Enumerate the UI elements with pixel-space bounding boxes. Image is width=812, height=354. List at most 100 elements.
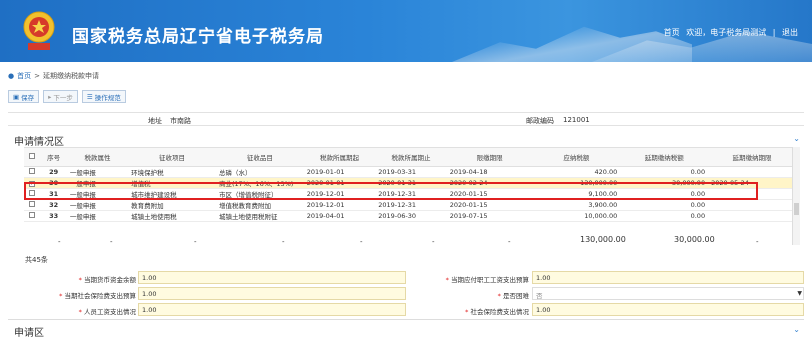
cell-deadline: 2019-07-15: [446, 210, 533, 222]
logout-link[interactable]: 退出: [782, 28, 798, 37]
operation-guide-button[interactable]: ☰ 操作规范: [81, 90, 126, 103]
cell-attr: 一般申报: [66, 199, 129, 211]
cell-deadline: 2020-01-15: [446, 199, 533, 211]
total-dash-5: -: [360, 238, 363, 246]
row-checkbox-cell: [24, 166, 41, 178]
form-row-1: * 当期货币资金余额 1.00 * 当期应付职工工资支出预算 1.00: [8, 270, 804, 286]
table-row[interactable]: 32 一般申报 教育费附加 增值税教育费附加 2019-12-01 2019-12-31 2…: [24, 199, 796, 211]
col-header: 序号: [40, 147, 67, 167]
select-all-checkbox[interactable]: [29, 153, 36, 159]
scrollbar-thumb[interactable]: [794, 203, 799, 215]
save-icon: ▣: [13, 92, 20, 101]
wage-budget-field[interactable]: 1.00: [532, 271, 804, 284]
cell-sub: 增值税教育费附加: [215, 199, 304, 211]
breadcrumb-separator: >: [34, 72, 40, 80]
required-mark: *: [497, 292, 501, 300]
cell-delay-date: [708, 210, 796, 222]
row-checkbox[interactable]: [29, 168, 36, 174]
location-pin-icon: ●: [8, 72, 15, 80]
required-mark: *: [78, 276, 82, 284]
cell-end: 2019-03-31: [375, 166, 447, 178]
difficulty-select[interactable]: 否: [532, 287, 804, 300]
section-divider: [8, 319, 804, 320]
dropdown-arrow-icon[interactable]: ▼: [797, 290, 802, 297]
breadcrumb: ● 首页 > 延期缴纳税款申请: [8, 71, 99, 81]
col-header: 征收品目: [215, 147, 304, 167]
chevron-down-icon[interactable]: ⌄: [793, 134, 800, 143]
next-step-button[interactable]: ▸ 下一步: [43, 90, 78, 103]
next-label: 下一步: [53, 93, 73, 102]
row-checkbox[interactable]: [29, 212, 36, 218]
cell-item: 城镇土地使用税: [128, 210, 216, 222]
cell-end: 2019-12-31: [375, 199, 447, 211]
total-dash-6: -: [432, 238, 435, 246]
site-header: 国家税务总局辽宁省电子税务局 首页 欢迎，电子税务局测试 | 退出: [0, 0, 812, 62]
site-title: 国家税务总局辽宁省电子税务局: [72, 27, 324, 47]
table-header-row: 序号 税款属性 征收项目 征收品目 税款所属期起 税款所属期止 限缴期限 应纳税…: [24, 147, 796, 167]
cell-no: 32: [40, 199, 67, 211]
required-mark: *: [445, 276, 449, 284]
section-application-status-title: 申请情况区: [14, 137, 64, 148]
field-label: * 当期应付职工工资支出预算: [401, 274, 529, 284]
field-label: * 社会保险费支出情况: [401, 306, 529, 316]
cell-delay: 0.00: [620, 210, 709, 222]
application-form: * 当期货币资金余额 1.00 * 当期应付职工工资支出预算 1.00 * 当期…: [8, 270, 804, 318]
cell-end: 2019-06-30: [375, 210, 447, 222]
required-mark: *: [59, 292, 63, 300]
chevron-down-icon[interactable]: ⌄: [793, 325, 800, 334]
save-button[interactable]: ▣ 保存: [8, 90, 40, 103]
cell-item: 环境保护税: [128, 166, 216, 178]
header-checkbox-cell[interactable]: [24, 147, 41, 167]
cell-due: 3,900.00: [532, 199, 621, 211]
wage-expense-field[interactable]: 1.00: [138, 303, 406, 316]
record-count: 共45条: [25, 256, 48, 264]
total-dash-8: -: [756, 238, 759, 246]
cell-start: 2019-12-01: [303, 199, 376, 211]
row-checkbox-cell: [24, 199, 41, 211]
toolbar: ▣ 保存 ▸ 下一步 ☰ 操作规范: [8, 90, 126, 103]
required-mark: *: [465, 308, 469, 316]
form-row-3: * 人员工资支出情况 1.00 * 社会保险费支出情况 1.00: [8, 302, 804, 318]
cell-delay-date: [708, 166, 796, 178]
field-label-text: 当期社会保险费支出预算: [64, 292, 137, 300]
social-insurance-budget-field[interactable]: 1.00: [138, 287, 406, 300]
cash-balance-field[interactable]: 1.00: [138, 271, 406, 284]
field-label-text: 是否困难: [503, 292, 529, 300]
field-label: * 当期社会保险费支出预算: [8, 290, 136, 300]
guide-label: 操作规范: [94, 93, 121, 102]
address-row: 地址 市南路 邮政编码 121001: [8, 112, 804, 126]
cell-due: 420.00: [532, 166, 621, 178]
total-delay: 30,000.00: [674, 235, 715, 244]
table-row[interactable]: 33 一般申报 城镇土地使用税 城镇土地使用税附征 2019-04-01 2019-06-…: [24, 210, 796, 222]
total-dash-3: -: [194, 238, 197, 246]
cell-attr: 一般申报: [66, 210, 129, 222]
cell-start: 2019-04-01: [303, 210, 376, 222]
field-label: * 人员工资支出情况: [8, 306, 136, 316]
cell-deadline: 2019-04-18: [446, 166, 533, 178]
cell-start: 2019-01-01: [303, 166, 376, 178]
postcode-label: 邮政编码: [526, 117, 554, 125]
cell-item: 教育费附加: [128, 199, 216, 211]
field-label-text: 当期货币资金余额: [84, 276, 136, 284]
cell-sub: 总磷（水）: [215, 166, 304, 178]
col-header: 税款所属期起: [303, 147, 376, 167]
table-row[interactable]: 29 一般申报 环境保护税 总磷（水） 2019-01-01 2019-03-31 2019…: [24, 166, 796, 178]
cell-due: 10,000.00: [532, 210, 621, 222]
col-header: 税款所属期止: [375, 147, 447, 167]
total-dash-4: -: [282, 238, 285, 246]
field-label: * 当期货币资金余额: [8, 274, 136, 284]
postcode-value: 121001: [563, 116, 590, 124]
row-checkbox[interactable]: [29, 201, 36, 207]
cell-sub: 城镇土地使用税附征: [215, 210, 304, 222]
address-value: 市南路: [170, 117, 191, 125]
link-separator: |: [772, 28, 776, 37]
breadcrumb-home[interactable]: 首页: [17, 71, 31, 81]
field-label-text: 当期应付职工工资支出预算: [451, 276, 529, 284]
home-link[interactable]: 首页: [664, 28, 680, 37]
social-insurance-expense-field[interactable]: 1.00: [532, 303, 804, 316]
table-scrollbar[interactable]: [792, 147, 800, 245]
address-label: 地址: [148, 117, 162, 125]
col-header: 应纳税额: [532, 147, 621, 167]
cell-delay: 0.00: [620, 199, 709, 211]
col-header: 征收项目: [128, 147, 216, 167]
